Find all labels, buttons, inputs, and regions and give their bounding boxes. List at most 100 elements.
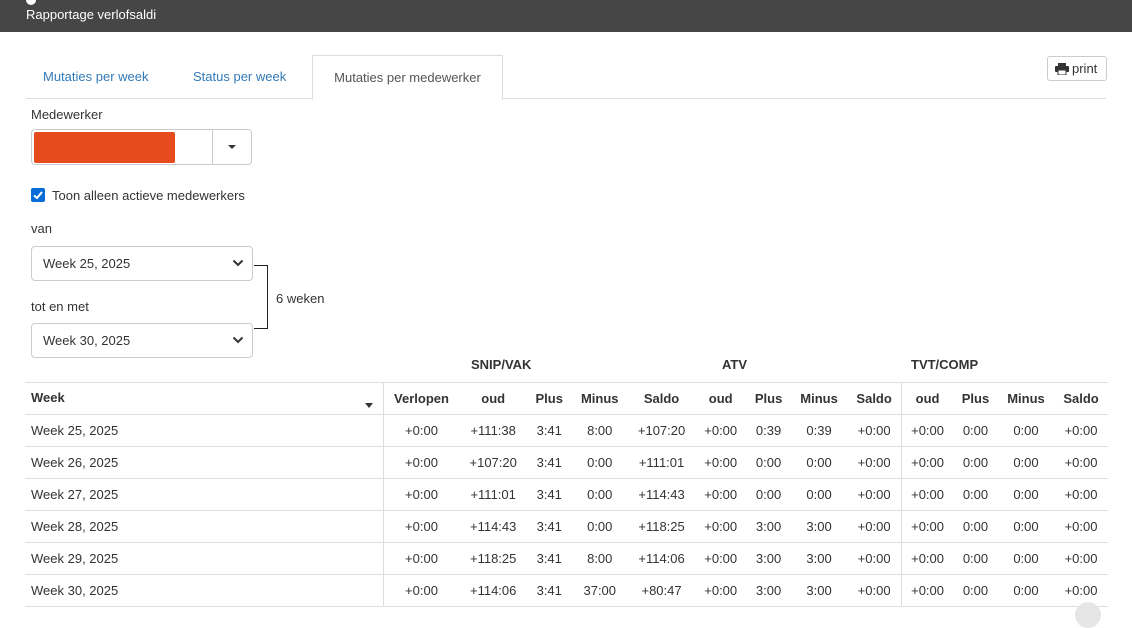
column-header: Saldo xyxy=(847,382,902,415)
value-cell: +114:43 xyxy=(627,478,696,511)
value-cell: +0:00 xyxy=(695,574,747,607)
value-cell: +0:00 xyxy=(695,542,747,575)
value-cell: +0:00 xyxy=(901,414,954,447)
value-cell: +0:00 xyxy=(382,414,460,447)
tab-mutaties-per-medewerker[interactable]: Mutaties per medewerker xyxy=(312,55,503,100)
column-header: Minus xyxy=(571,382,628,415)
value-cell: +107:20 xyxy=(459,446,527,479)
active-only-checkbox[interactable] xyxy=(31,188,45,202)
group-header-tvt-comp: TVT/COMP xyxy=(911,357,979,372)
column-header: Verlopen xyxy=(382,382,460,415)
week-cell: Week 27, 2025 xyxy=(25,478,383,511)
value-cell: +0:00 xyxy=(382,574,460,607)
value-cell: 0:00 xyxy=(997,542,1055,575)
employee-dropdown-toggle[interactable] xyxy=(212,130,252,164)
value-cell: +0:00 xyxy=(382,446,460,479)
range-bracket xyxy=(254,265,268,329)
value-cell: 3:00 xyxy=(746,510,791,543)
value-cell: +0:00 xyxy=(847,446,902,479)
value-cell: 0:00 xyxy=(571,510,628,543)
value-cell: +0:00 xyxy=(901,574,954,607)
printer-icon xyxy=(1055,63,1069,76)
to-week-value: Week 30, 2025 xyxy=(43,333,131,348)
table-row: Week 30, 2025 +0:00 +114:06 3:41 37:00 +80:47… xyxy=(25,574,1108,607)
week-cell: Week 28, 2025 xyxy=(25,510,383,543)
week-cell: Week 29, 2025 xyxy=(25,542,383,575)
tab-mutaties-per-week[interactable]: Mutaties per week xyxy=(43,55,149,99)
column-header: Plus xyxy=(953,382,998,415)
value-cell: +0:00 xyxy=(1054,478,1108,511)
value-cell: +0:00 xyxy=(382,510,460,543)
value-cell: +0:00 xyxy=(695,446,747,479)
value-cell: +0:00 xyxy=(847,414,902,447)
value-cell: 0:39 xyxy=(790,414,848,447)
value-cell: +111:38 xyxy=(459,414,527,447)
from-label: van xyxy=(31,221,52,236)
table-header-row: Week Verlopen oud Plus Minus Saldo oud P… xyxy=(25,382,1108,415)
column-header: Minus xyxy=(790,382,848,415)
checkmark-icon xyxy=(33,191,43,200)
value-cell: +0:00 xyxy=(847,574,902,607)
value-cell: +0:00 xyxy=(901,446,954,479)
value-cell: 0:39 xyxy=(746,414,791,447)
column-header: oud xyxy=(901,382,954,415)
value-cell: 3:41 xyxy=(526,478,572,511)
table-row: Week 29, 2025 +0:00 +118:25 3:41 8:00 +114:06… xyxy=(25,542,1108,575)
value-cell: +0:00 xyxy=(695,478,747,511)
value-cell: 3:00 xyxy=(790,510,848,543)
column-header-week[interactable]: Week xyxy=(25,382,383,415)
week-cell: Week 30, 2025 xyxy=(25,574,383,607)
value-cell: +0:00 xyxy=(382,542,460,575)
week-cell: Week 26, 2025 xyxy=(25,446,383,479)
page-title: Rapportage verlofsaldi xyxy=(26,7,157,22)
tab-status-per-week[interactable]: Status per week xyxy=(193,55,286,99)
value-cell: 0:00 xyxy=(571,446,628,479)
value-cell: 0:00 xyxy=(953,446,998,479)
value-cell: +0:00 xyxy=(847,542,902,575)
weeks-count: 6 weken xyxy=(276,291,325,306)
value-cell: +0:00 xyxy=(1054,446,1108,479)
value-cell: +0:00 xyxy=(901,510,954,543)
value-cell: +0:00 xyxy=(1054,414,1108,447)
scroll-to-top-button[interactable] xyxy=(1075,602,1101,628)
print-button[interactable]: print xyxy=(1047,56,1107,81)
from-week-select[interactable]: Week 25, 2025 xyxy=(31,246,253,281)
value-cell: +0:00 xyxy=(901,542,954,575)
active-only-label: Toon alleen actieve medewerkers xyxy=(52,188,245,203)
value-cell: 3:41 xyxy=(526,414,572,447)
value-cell: +0:00 xyxy=(901,478,954,511)
print-label: print xyxy=(1072,61,1098,76)
value-cell: 0:00 xyxy=(997,446,1055,479)
from-week-value: Week 25, 2025 xyxy=(43,256,131,271)
value-cell: 37:00 xyxy=(571,574,628,607)
value-cell: 3:41 xyxy=(526,542,572,575)
value-cell: 3:41 xyxy=(526,510,572,543)
column-header: oud xyxy=(695,382,747,415)
value-cell: +114:06 xyxy=(627,542,696,575)
column-header: Saldo xyxy=(627,382,696,415)
value-cell: 3:41 xyxy=(526,446,572,479)
employee-select[interactable] xyxy=(31,129,252,165)
table-row: Week 28, 2025 +0:00 +114:43 3:41 0:00 +118:25… xyxy=(25,510,1108,543)
value-cell: +111:01 xyxy=(459,478,527,511)
employee-selected-value xyxy=(34,132,175,163)
value-cell: +0:00 xyxy=(847,478,902,511)
value-cell: +0:00 xyxy=(695,414,747,447)
value-cell: +0:00 xyxy=(1054,542,1108,575)
value-cell: +0:00 xyxy=(847,510,902,543)
value-cell: 0:00 xyxy=(997,510,1055,543)
chevron-down-icon xyxy=(232,259,244,267)
column-header: Plus xyxy=(746,382,791,415)
value-cell: +107:20 xyxy=(627,414,696,447)
value-cell: 0:00 xyxy=(953,510,998,543)
group-header-snip-vak: SNIP/VAK xyxy=(471,357,532,372)
value-cell: 0:00 xyxy=(997,414,1055,447)
value-cell: 3:00 xyxy=(746,574,791,607)
value-cell: 0:00 xyxy=(571,478,628,511)
to-week-select[interactable]: Week 30, 2025 xyxy=(31,323,253,358)
value-cell: 3:00 xyxy=(790,542,848,575)
value-cell: 8:00 xyxy=(571,542,628,575)
logo-icon xyxy=(26,0,36,5)
chevron-down-icon xyxy=(232,336,244,344)
table-row: Week 26, 2025 +0:00 +107:20 3:41 0:00 +111:01… xyxy=(25,446,1108,479)
